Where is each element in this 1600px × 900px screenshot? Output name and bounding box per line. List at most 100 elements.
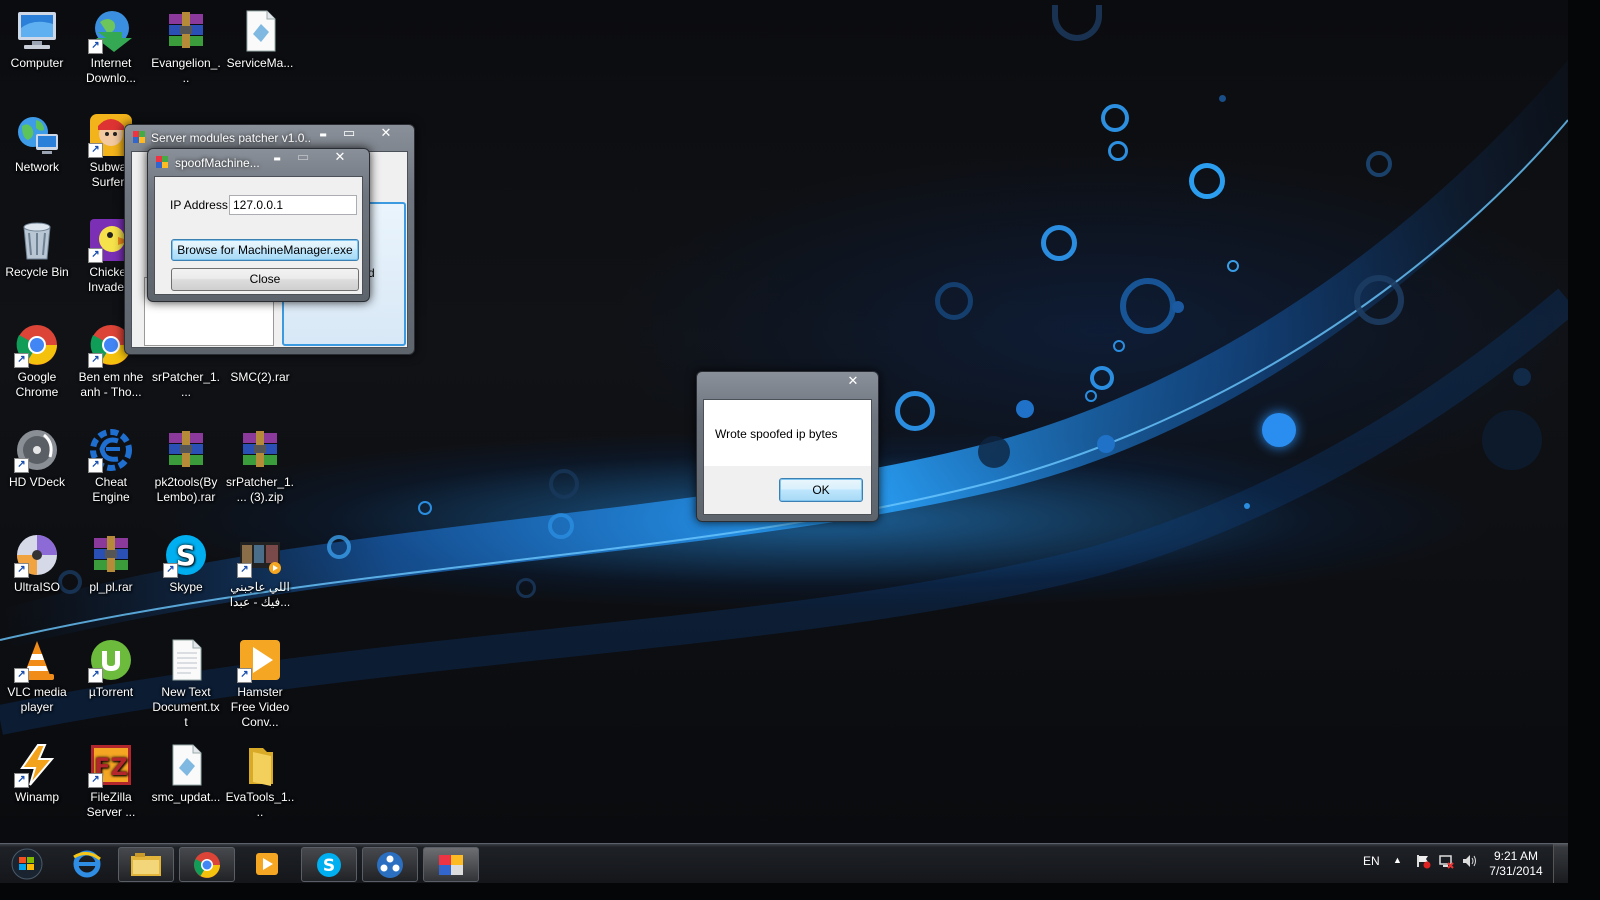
close-button[interactable]: ✕ — [328, 149, 352, 167]
desktop-icon-srpatcher-zip[interactable]: srPatcher_1.... (3).zip — [223, 419, 297, 505]
cd-disc-icon: ↗ — [14, 532, 60, 578]
shortcut-arrow-icon: ↗ — [88, 773, 103, 788]
message-client-area: Wrote spoofed ip bytes OK — [703, 399, 872, 515]
bubble — [1513, 368, 1531, 386]
bubble — [1041, 225, 1077, 261]
volume-icon[interactable] — [1461, 853, 1477, 872]
desktop-icon-label: اللي عاجبني فيك - عبدا... — [229, 580, 291, 609]
window-title: Server modules patcher v1.0... — [151, 131, 311, 145]
bubble — [1189, 163, 1225, 199]
desktop-icon-hamster-video-converter[interactable]: ↗ Hamster Free Video Conv... — [223, 629, 297, 730]
desktop-icon-winamp[interactable]: ↗ Winamp — [0, 734, 74, 805]
bubble — [548, 513, 574, 539]
browse-machinemanager-button[interactable]: Browse for MachineManager.exe — [171, 239, 359, 261]
desktop-icon-hd-vdeck[interactable]: ↗ HD VDeck — [0, 419, 74, 490]
desktop-icon-filezilla-server[interactable]: FZ ↗ FileZilla Server ... — [74, 734, 148, 820]
desktop-icon-label: Computer — [10, 56, 64, 70]
ok-button[interactable]: OK — [779, 478, 863, 502]
bubble — [1113, 340, 1125, 352]
bubble — [418, 501, 432, 515]
desktop-icon-vlc[interactable]: ↗ VLC media player — [0, 629, 74, 715]
desktop-icon-cheat-engine[interactable]: ↗ Cheat Engine — [74, 419, 148, 505]
desktop-icon-new-text-document[interactable]: New Text Document.txt — [149, 629, 223, 730]
maximize-icon: ▭ — [342, 126, 356, 141]
desktop-icon-pl-pl-rar[interactable]: pl_pl.rar — [74, 524, 148, 595]
desktop-icon-label: Network — [14, 160, 59, 174]
bubble — [1244, 503, 1250, 509]
shortcut-arrow-icon: ↗ — [88, 143, 103, 158]
taskbar-google-chrome[interactable] — [179, 847, 235, 882]
minimize-button[interactable]: ▬ — [311, 125, 335, 143]
desktop-icon-label: Google Chrome — [15, 370, 59, 399]
bubble — [1108, 141, 1128, 161]
desktop-icon-network[interactable]: Network — [0, 104, 74, 175]
show-desktop-button[interactable] — [1553, 844, 1568, 883]
maximize-button[interactable]: ▭ — [337, 125, 361, 143]
recycle-bin-icon — [14, 217, 60, 263]
desktop-icon-label: Recycle Bin — [5, 265, 69, 279]
bubble — [1090, 366, 1114, 390]
taskbar-server-patcher[interactable] — [423, 847, 479, 882]
desktop-icon-evatools-folder[interactable]: EvaTools_1.... — [223, 734, 297, 820]
document-icon — [163, 742, 209, 788]
internet-explorer-icon — [73, 850, 101, 878]
hamster-converter-icon: ↗ — [237, 637, 283, 683]
desktop-icon-smc-update[interactable]: smc_updat... — [149, 734, 223, 805]
message-body: Wrote spoofed ip bytes — [704, 400, 871, 466]
filezilla-icon: FZ ↗ — [88, 742, 134, 788]
windows-logo-icon — [11, 848, 43, 880]
svg-text:S: S — [323, 856, 335, 876]
desktop-icon-label: Ben em nhe anh - Tho... — [78, 370, 144, 399]
taskbar-media-player[interactable] — [240, 847, 294, 880]
bubble — [1219, 95, 1226, 102]
desktop-icon-servicemanager[interactable]: ServiceMa... — [223, 0, 297, 71]
media-play-icon — [256, 853, 278, 875]
desktop-icon-arabic-video[interactable]: ↗ اللي عاجبني فيك - عبدا... — [223, 524, 297, 610]
start-button[interactable] — [4, 847, 50, 880]
bubble — [1101, 104, 1129, 132]
close-button[interactable]: ✕ — [371, 125, 401, 143]
language-indicator[interactable]: EN — [1363, 854, 1380, 868]
bubble — [1085, 390, 1097, 402]
taskbar-network-app[interactable] — [362, 847, 418, 882]
clock-date: 7/31/2014 — [1489, 864, 1543, 878]
spoof-client-area: IP Address Browse for MachineManager.exe… — [154, 176, 363, 295]
network-status-icon[interactable] — [1438, 853, 1454, 872]
app-icon — [133, 131, 145, 143]
desktop-icon-recycle-bin[interactable]: Recycle Bin — [0, 209, 74, 280]
ip-address-input[interactable] — [229, 195, 357, 215]
taskbar-windows-explorer[interactable] — [118, 847, 174, 882]
taskbar-skype[interactable]: S — [301, 847, 357, 882]
utorrent-icon: ↗ — [88, 637, 134, 683]
desktop-icon-label: New Text Document.txt — [152, 685, 220, 729]
spoof-machine-window[interactable]: spoofMachine... ▬ ▭ ✕ IP Address Browse … — [147, 148, 370, 302]
desktop-icon-evangelion-archive[interactable]: Evangelion_... — [149, 0, 223, 86]
chrome-icon — [194, 852, 220, 878]
desktop-icon-ultraiso[interactable]: ↗ UltraISO — [0, 524, 74, 595]
minimize-icon: ▬ — [273, 154, 281, 163]
desktop-icon-label: smc_updat... — [151, 790, 221, 804]
desktop-icon-skype[interactable]: S ↗ Skype — [149, 524, 223, 595]
close-button[interactable]: ✕ — [841, 373, 865, 391]
desktop-icon-label: VLC media player — [7, 685, 67, 714]
globe-download-icon: ↗ — [88, 8, 134, 54]
taskbar-internet-explorer[interactable] — [60, 847, 114, 880]
action-center-flag-icon[interactable] — [1415, 853, 1431, 872]
show-hidden-icons-button[interactable]: ▲ — [1393, 855, 1402, 865]
close-icon: ✕ — [380, 126, 392, 141]
desktop-icon-internet-download-manager[interactable]: ↗ Internet Downlo... — [74, 0, 148, 86]
desktop-icon-google-chrome[interactable]: ↗ Google Chrome — [0, 314, 74, 400]
desktop-icon-label: EvaTools_1.... — [225, 790, 295, 819]
winrar-archive-icon — [163, 8, 209, 54]
winrar-archive-icon — [88, 532, 134, 578]
folder-icon — [131, 853, 161, 876]
minimize-button[interactable]: ▬ — [266, 149, 288, 167]
message-box[interactable]: ✕ Wrote spoofed ip bytes OK — [696, 371, 879, 522]
shortcut-arrow-icon: ↗ — [237, 563, 252, 578]
desktop-icon-pk2tools-rar[interactable]: pk2tools(By Lembo).rar — [149, 419, 223, 505]
desktop-icon-utorrent[interactable]: ↗ µTorrent — [74, 629, 148, 700]
shortcut-arrow-icon: ↗ — [88, 668, 103, 683]
clock[interactable]: 9:21 AM 7/31/2014 — [1488, 849, 1544, 879]
desktop-icon-computer[interactable]: Computer — [0, 0, 74, 71]
close-dialog-button[interactable]: Close — [171, 268, 359, 291]
